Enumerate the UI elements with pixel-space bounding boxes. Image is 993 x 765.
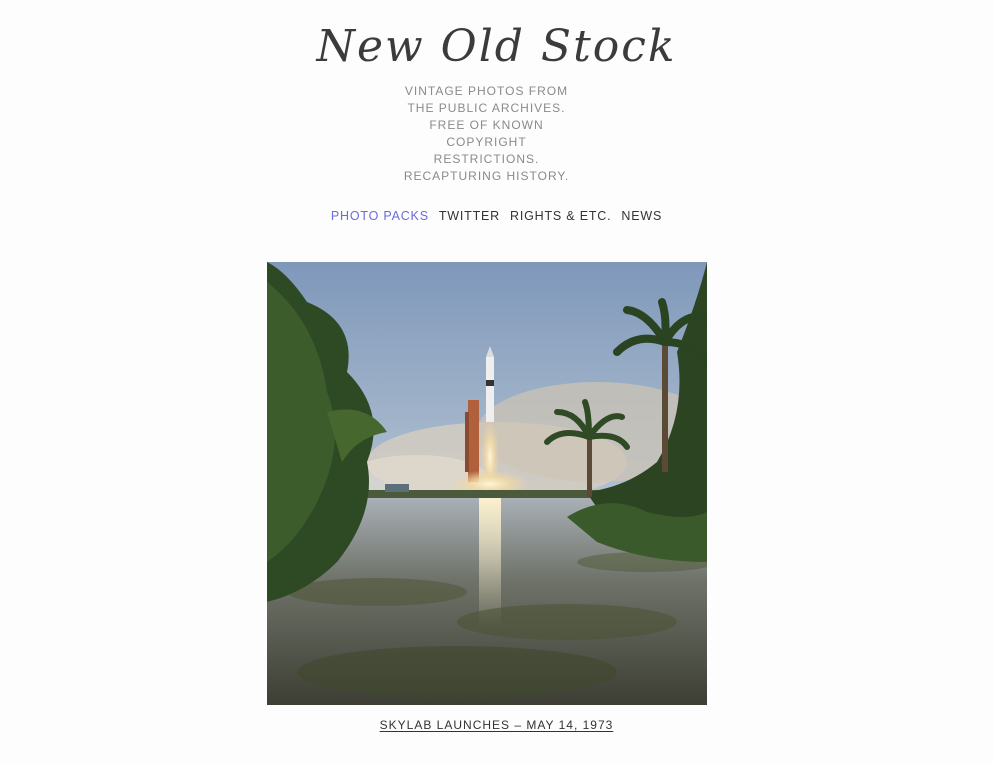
tagline-line: RESTRICTIONS. (433, 152, 540, 166)
tagline-line: VINTAGE PHOTOS FROM (404, 84, 569, 98)
nav-item-photo-packs[interactable]: PHOTO PACKS (331, 207, 429, 225)
tagline-line: THE PUBLIC ARCHIVES. (407, 101, 566, 115)
tagline-line: COPYRIGHT (446, 135, 527, 149)
tagline-line: RECAPTURING HISTORY. (403, 169, 570, 183)
photo-caption-link[interactable]: SKYLAB LAUNCHES – MAY 14, 1973 (380, 718, 614, 732)
nav-item-news[interactable]: NEWS (621, 207, 662, 225)
skylab-launch-photo[interactable] (267, 262, 707, 705)
tagline-line: FREE OF KNOWN (429, 118, 544, 132)
nav-item-twitter[interactable]: TWITTER (439, 207, 500, 225)
main-nav: PHOTO PACKS TWITTER RIGHTS & ETC. NEWS (0, 207, 993, 225)
nav-item-rights[interactable]: RIGHTS & ETC. (510, 207, 611, 225)
site-tagline: VINTAGE PHOTOS FROM THE PUBLIC ARCHIVES.… (396, 83, 577, 185)
site-title[interactable]: New Old Stock (0, 18, 993, 76)
photo-caption: SKYLAB LAUNCHES – MAY 14, 1973 (0, 716, 993, 734)
